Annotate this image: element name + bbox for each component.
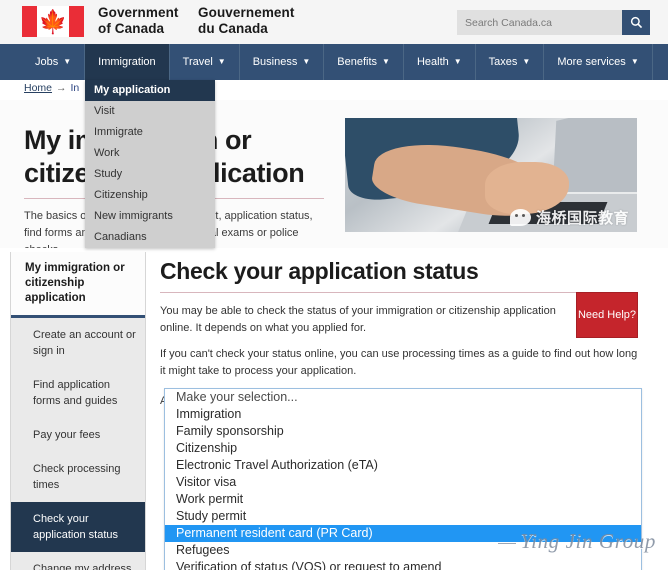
listbox-option-10[interactable]: Verification of status (VOS) or request … xyxy=(165,559,641,570)
chevron-down-icon: ▼ xyxy=(302,57,311,66)
breadcrumb-home[interactable]: Home xyxy=(24,82,52,94)
sidebar-header: My immigration or citizenship applicatio… xyxy=(11,252,145,318)
search-input[interactable] xyxy=(457,10,622,35)
main-navigation: Jobs ▼ Immigration Travel ▼ Business ▼ B… xyxy=(0,44,668,80)
wordmark-fr-line1: Gouvernement xyxy=(198,5,295,20)
nav-label: Jobs xyxy=(35,56,59,68)
menu-item-canadians[interactable]: Canadians xyxy=(85,227,215,248)
page-root: 🍁 Government of Canada Gouvernement du C… xyxy=(0,0,668,570)
listbox-option-7[interactable]: Study permit xyxy=(165,508,641,525)
listbox-option-6[interactable]: Work permit xyxy=(165,491,641,508)
sidebar-heading: My immigration or citizenship applicatio… xyxy=(25,262,125,304)
breadcrumb-arrow-icon: → xyxy=(56,82,67,94)
nav-item-benefits[interactable]: Benefits ▼ xyxy=(324,44,404,80)
listbox-option-4[interactable]: Electronic Travel Authorization (eTA) xyxy=(165,457,641,474)
nav-label: More services xyxy=(557,56,626,68)
application-type-listbox[interactable]: Make your selection... Immigration Famil… xyxy=(164,388,642,570)
menu-item-visit[interactable]: Visit xyxy=(85,101,215,122)
listbox-option-3[interactable]: Citizenship xyxy=(165,440,641,457)
nav-label: Travel xyxy=(182,56,213,68)
listbox-option-9[interactable]: Refugees xyxy=(165,542,641,559)
sidebar-item-create-account[interactable]: Create an account or sign in xyxy=(11,318,145,368)
nav-item-travel[interactable]: Travel ▼ xyxy=(170,44,240,80)
breadcrumb: Home → In xyxy=(24,82,79,94)
site-search xyxy=(457,10,650,35)
nav-label: Taxes xyxy=(488,56,518,68)
listbox-option-8-selected[interactable]: Permanent resident card (PR Card) xyxy=(165,525,641,542)
wechat-watermark: 海桥国际教育 xyxy=(509,207,629,228)
sidebar-item-change-address[interactable]: Change my address xyxy=(11,552,145,570)
breadcrumb-second[interactable]: In xyxy=(71,82,80,94)
nav-label: Health xyxy=(416,56,449,68)
nav-label: Immigration xyxy=(98,56,156,68)
main-content: Check your application status You may be… xyxy=(160,252,660,570)
listbox-option-5[interactable]: Visitor visa xyxy=(165,474,641,491)
menu-item-new-immigrants[interactable]: New immigrants xyxy=(85,206,215,227)
hero-image: 海桥国际教育 xyxy=(345,118,637,232)
nav-item-more-services[interactable]: More services ▼ xyxy=(544,44,653,80)
listbox-option-0[interactable]: Make your selection... xyxy=(165,389,641,406)
chevron-down-icon: ▼ xyxy=(522,57,531,66)
sidebar-item-check-status[interactable]: Check your application status xyxy=(11,502,145,552)
nav-label: Business xyxy=(252,56,298,68)
wordmark-english: Government of Canada xyxy=(98,5,179,37)
immigration-dropdown-menu: My application Visit Immigrate Work Stud… xyxy=(85,80,215,248)
listbox-option-2[interactable]: Family sponsorship xyxy=(165,423,641,440)
sidebar-item-find-forms[interactable]: Find application forms and guides xyxy=(11,368,145,418)
search-icon xyxy=(630,16,642,29)
content-heading: Check your application status xyxy=(160,258,479,284)
sidebar-item-processing-times[interactable]: Check processing times xyxy=(11,452,145,502)
nav-left-spacer xyxy=(0,44,22,80)
listbox-option-1[interactable]: Immigration xyxy=(165,406,641,423)
need-help-button[interactable]: Need Help? xyxy=(576,292,638,338)
menu-item-my-application[interactable]: My application xyxy=(85,80,215,101)
nav-item-business[interactable]: Business ▼ xyxy=(240,44,325,80)
content-divider xyxy=(160,292,635,293)
nav-item-taxes[interactable]: Taxes ▼ xyxy=(476,44,545,80)
chevron-down-icon: ▼ xyxy=(217,57,226,66)
menu-item-study[interactable]: Study xyxy=(85,164,215,185)
content-paragraph-1: You may be able to check the status of y… xyxy=(160,305,556,334)
search-button[interactable] xyxy=(622,10,650,35)
wordmark-en-line2: of Canada xyxy=(98,21,165,36)
right-margin xyxy=(660,252,668,570)
chevron-down-icon: ▼ xyxy=(382,57,390,66)
chevron-down-icon: ▼ xyxy=(630,57,639,66)
nav-item-jobs[interactable]: Jobs ▼ xyxy=(22,44,86,80)
wechat-watermark-text: 海桥国际教育 xyxy=(535,210,629,227)
wordmark-french: Gouvernement du Canada xyxy=(198,5,294,37)
content-paragraph-2: If you can't check your status online, y… xyxy=(160,348,638,377)
nav-item-immigration[interactable]: Immigration xyxy=(85,44,170,80)
menu-item-immigrate[interactable]: Immigrate xyxy=(85,122,215,143)
canada-flag-icon: 🍁 xyxy=(22,6,84,37)
sidebar-item-pay-fees[interactable]: Pay your fees xyxy=(11,418,145,452)
nav-label: Benefits xyxy=(337,56,378,68)
chevron-down-icon: ▼ xyxy=(63,57,72,66)
chevron-down-icon: ▼ xyxy=(453,57,462,66)
wordmark-en-line1: Government xyxy=(98,5,179,20)
wordmark-fr-line2: du Canada xyxy=(198,21,268,36)
menu-item-work[interactable]: Work xyxy=(85,143,215,164)
nav-item-health[interactable]: Health ▼ xyxy=(404,44,476,80)
brand-bar: 🍁 Government of Canada Gouvernement du C… xyxy=(0,0,668,44)
wechat-icon xyxy=(509,209,531,226)
left-margin xyxy=(0,252,10,570)
sidebar-navigation: My immigration or citizenship applicatio… xyxy=(10,252,146,570)
menu-item-citizenship[interactable]: Citizenship xyxy=(85,185,215,206)
